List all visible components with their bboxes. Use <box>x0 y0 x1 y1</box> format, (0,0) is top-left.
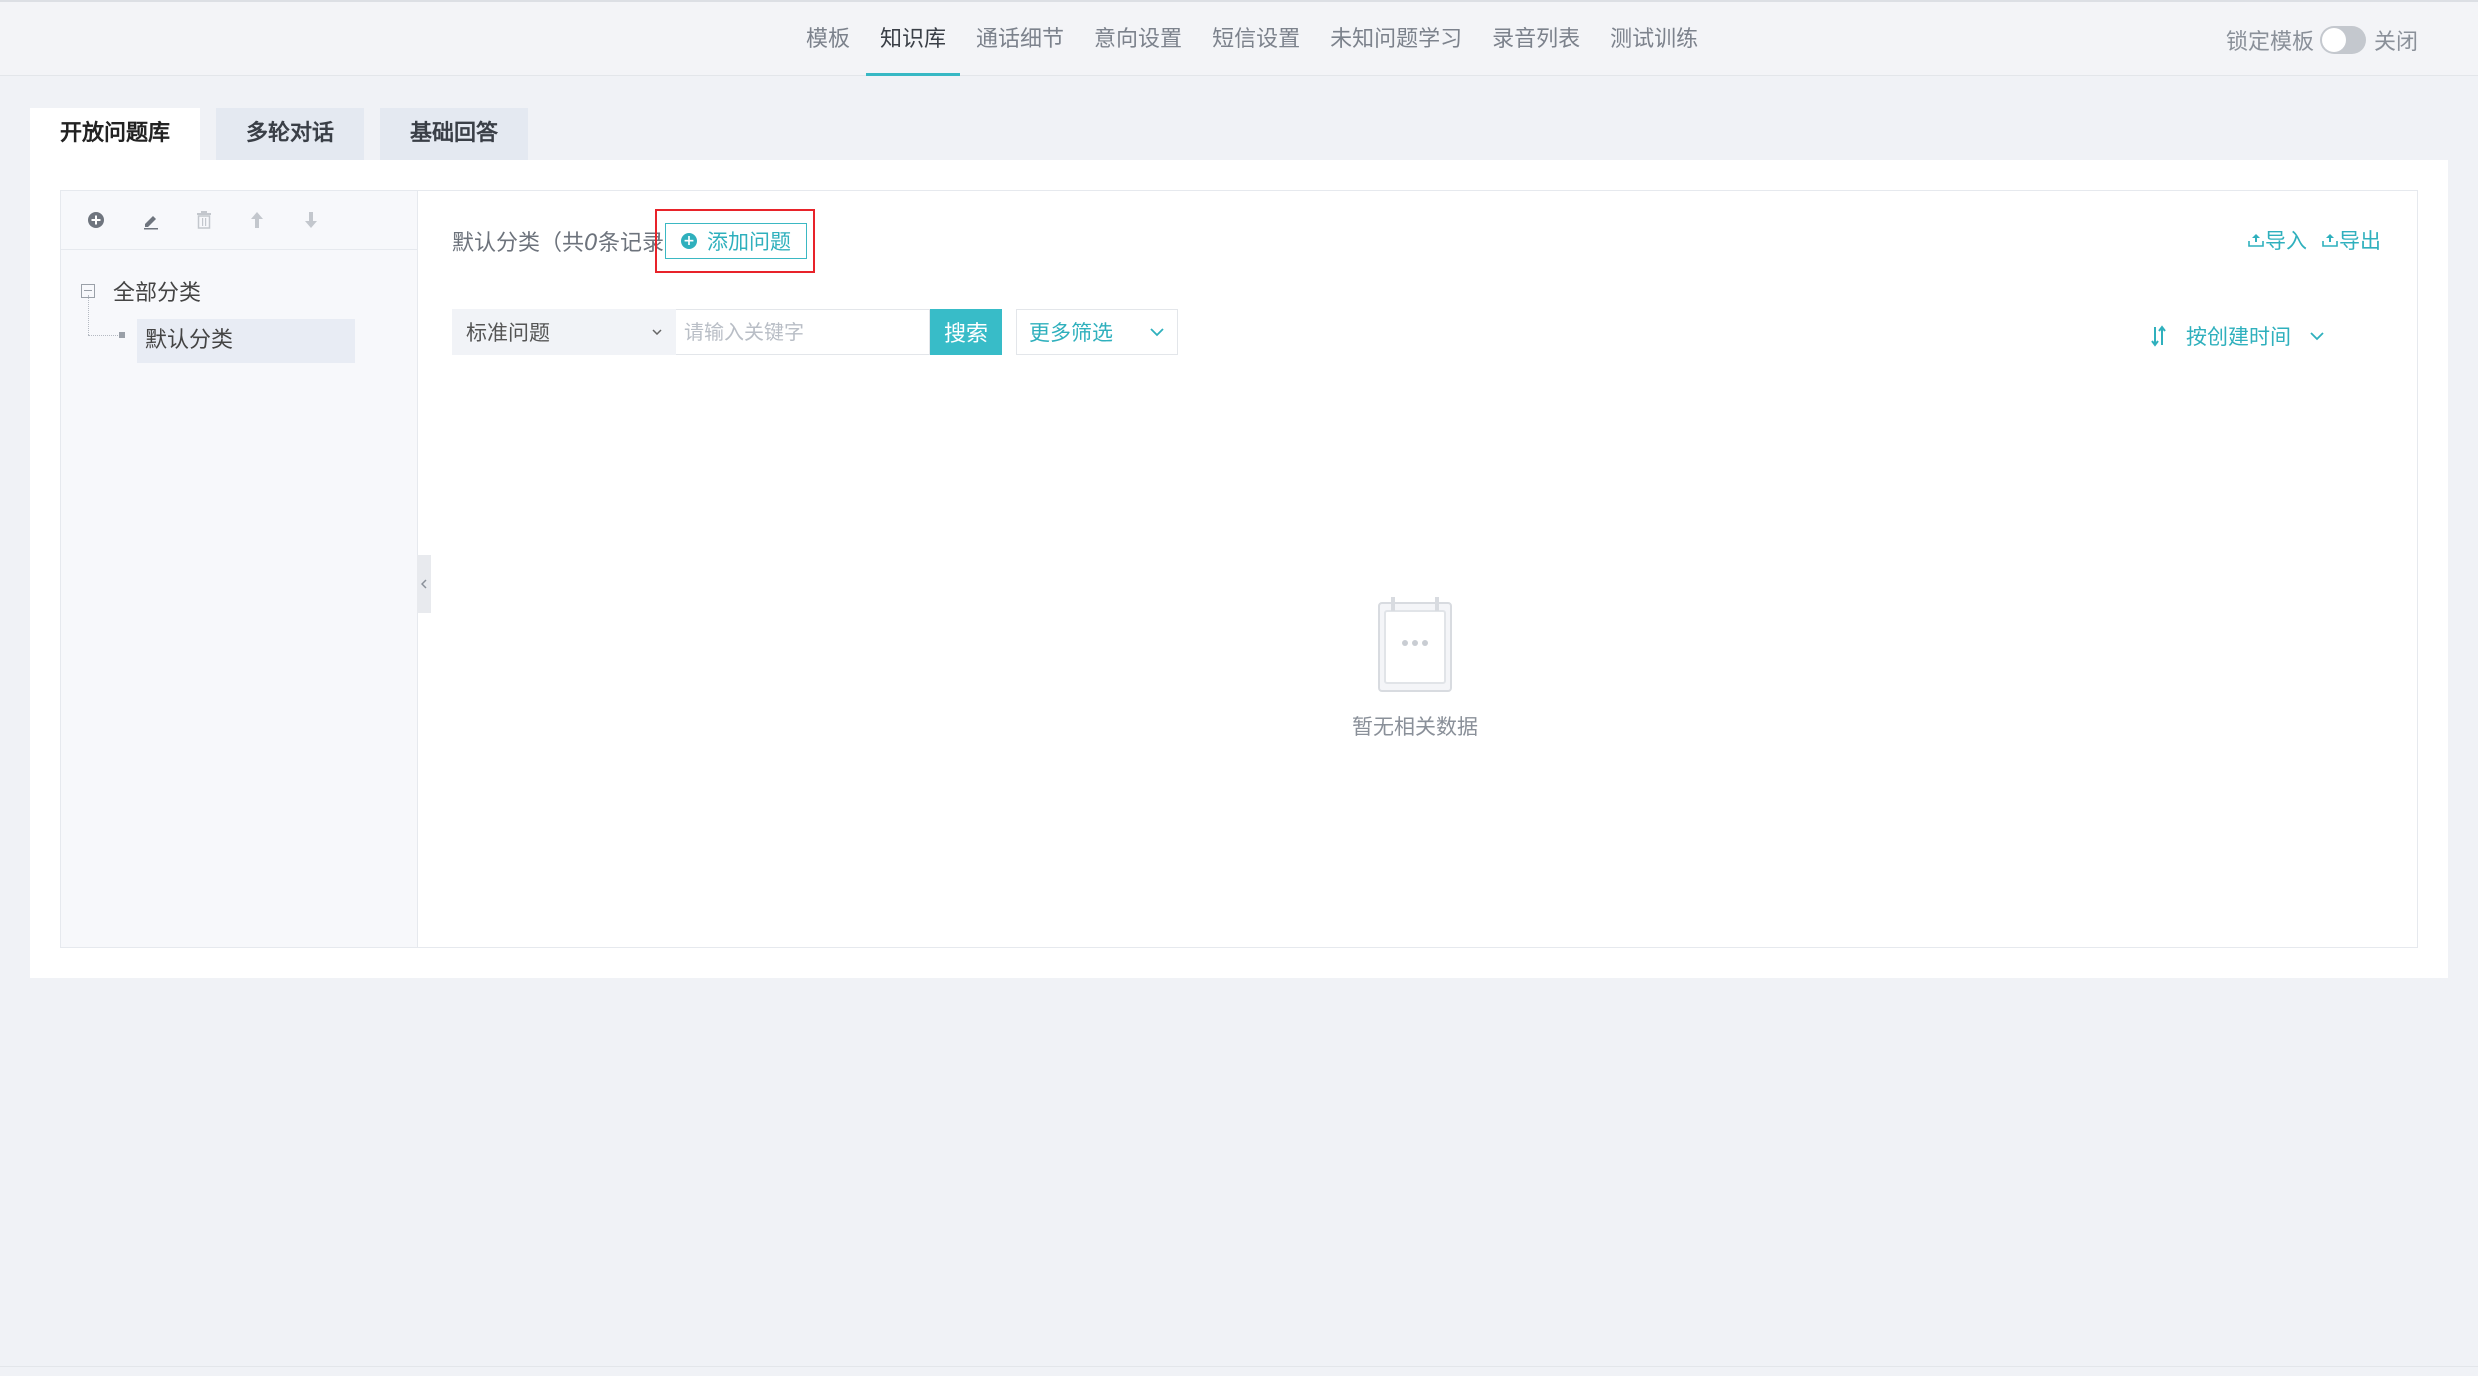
main-nav: 模板 知识库 通话细节 意向设置 短信设置 未知问题学习 录音列表 测试训练 <box>806 2 1728 76</box>
lock-template-toggle[interactable] <box>2319 26 2366 54</box>
tree-connector <box>88 335 118 336</box>
sort-dropdown[interactable]: 按创建时间 <box>2150 321 2325 351</box>
top-navigation-bar: 模板 知识库 通话细节 意向设置 短信设置 未知问题学习 录音列表 测试训练 锁… <box>0 0 2478 76</box>
add-question-highlight: + 添加问题 <box>655 209 815 273</box>
chevron-down-icon <box>1150 328 1164 337</box>
export-icon <box>2322 234 2338 247</box>
lock-template-label: 锁定模板 <box>2225 30 2314 55</box>
tree-item-default-category[interactable]: 默认分类 <box>137 319 355 363</box>
nav-item-knowledge-base[interactable]: 知识库 <box>866 2 961 76</box>
add-category-button[interactable] <box>87 200 141 240</box>
page-bottom-divider <box>0 1366 2478 1367</box>
question-type-select[interactable]: 标准问题 <box>452 309 676 355</box>
question-type-value: 标准问题 <box>466 321 550 345</box>
lock-state-label: 关闭 <box>2373 30 2418 55</box>
move-down-button[interactable] <box>303 200 357 240</box>
sort-icon <box>2151 325 2166 347</box>
arrow-down-icon <box>305 212 317 228</box>
nav-item-intent-settings[interactable]: 意向设置 <box>1094 2 1182 76</box>
toggle-knob <box>2321 28 2346 52</box>
chevron-down-icon <box>2310 332 2324 341</box>
tab-open-questions[interactable]: 开放问题库 <box>30 108 201 160</box>
lock-template-control: 锁定模板 关闭 <box>2226 24 2418 56</box>
main-card: 全部分类 默认分类 默认分类（共0条记录） + 添加问题 导入 导出 标准问题 … <box>30 160 2448 978</box>
knowledge-tabs: 开放问题库 多轮对话 基础回答 <box>30 108 544 160</box>
tree-root-node[interactable]: 全部分类 <box>81 275 201 307</box>
knowledge-panel: 全部分类 默认分类 默认分类（共0条记录） + 添加问题 导入 导出 标准问题 … <box>60 190 2418 948</box>
nav-item-template[interactable]: 模板 <box>806 2 850 76</box>
nav-item-unknown-question-learning[interactable]: 未知问题学习 <box>1330 2 1462 76</box>
arrow-up-icon <box>251 212 263 228</box>
empty-state: 暂无相关数据 <box>1345 595 1485 741</box>
import-label: 导入 <box>2265 229 2307 253</box>
filter-row: 标准问题 搜索 更多筛选 <box>452 309 1178 355</box>
more-filters-dropdown[interactable]: 更多筛选 <box>1016 309 1178 355</box>
category-toolbar <box>61 191 417 250</box>
empty-state-text: 暂无相关数据 <box>1352 715 1478 739</box>
nav-item-test-training[interactable]: 测试训练 <box>1610 2 1698 76</box>
category-sidebar: 全部分类 默认分类 <box>61 191 418 947</box>
category-record-summary: 默认分类（共0条记录） <box>452 225 686 257</box>
export-label: 导出 <box>2339 229 2381 253</box>
tab-multi-turn-dialog[interactable]: 多轮对话 <box>216 108 365 160</box>
tree-connector <box>88 295 89 335</box>
export-button[interactable]: 导出 <box>2321 225 2381 255</box>
import-button[interactable]: 导入 <box>2247 225 2307 255</box>
delete-category-button[interactable] <box>195 200 249 240</box>
delete-icon <box>197 211 211 229</box>
question-list-area: 默认分类（共0条记录） + 添加问题 导入 导出 标准问题 请输入关键字 搜索 … <box>418 191 2417 947</box>
search-button[interactable]: 搜索 <box>930 309 1002 355</box>
more-filters-label: 更多筛选 <box>1029 321 1113 345</box>
edit-icon <box>144 216 158 230</box>
add-question-label: 添加问题 <box>707 230 791 254</box>
tab-basic-answers[interactable]: 基础回答 <box>380 108 529 160</box>
nav-item-call-details[interactable]: 通话细节 <box>976 2 1064 76</box>
move-up-button[interactable] <box>249 200 303 240</box>
edit-category-button[interactable] <box>141 200 195 240</box>
add-circle-icon <box>88 212 104 228</box>
upload-icon <box>2248 234 2264 247</box>
plus-circle-icon: + <box>681 233 697 249</box>
chevron-down-icon <box>652 329 662 335</box>
category-prefix: 默认分类（共 <box>452 231 585 256</box>
nav-item-sms-settings[interactable]: 短信设置 <box>1212 2 1300 76</box>
keyword-search-input[interactable] <box>676 309 930 355</box>
nav-item-recording-list[interactable]: 录音列表 <box>1492 2 1580 76</box>
tree-leaf-icon <box>119 332 125 338</box>
sort-label: 按创建时间 <box>2186 325 2291 349</box>
import-export-actions: 导入 导出 <box>2233 225 2381 255</box>
empty-clipboard-icon <box>1378 597 1452 692</box>
record-count: 0 <box>584 231 599 256</box>
tree-root-label: 全部分类 <box>113 281 202 306</box>
add-question-button[interactable]: + 添加问题 <box>665 223 807 259</box>
